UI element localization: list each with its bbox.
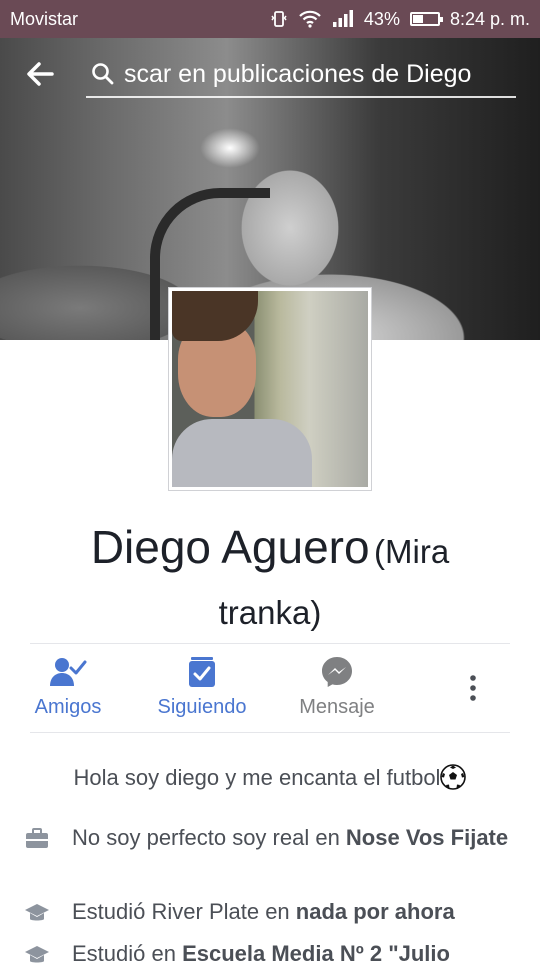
- profile-alt-name-line2: tranka): [218, 594, 322, 631]
- status-bar: Movistar 43% 8:24 p. m.: [0, 0, 540, 38]
- detail-education-2: Estudió en Escuela Media Nº 2 "Julio: [24, 940, 524, 968]
- briefcase-icon: [26, 828, 48, 848]
- cover-lamp: [200, 128, 260, 168]
- profile-name: Diego Aguero (Mira tranka): [40, 520, 500, 647]
- detail-education-1: Estudió River Plate en nada por ahora: [24, 898, 524, 926]
- detail-education-1-text: Estudió River Plate en nada por ahora: [72, 899, 455, 924]
- friends-check-icon: [50, 658, 87, 686]
- clock: 8:24 p. m.: [449, 8, 530, 29]
- message-button[interactable]: Mensaje: [292, 644, 382, 732]
- friends-button[interactable]: Amigos: [30, 644, 106, 732]
- detail-work: No soy perfecto soy real en Nose Vos Fij…: [24, 824, 524, 852]
- bio-text: Hola soy diego y me encanta el futbol: [73, 765, 441, 790]
- wifi-icon: [299, 10, 321, 28]
- battery-percent: 43%: [363, 8, 400, 29]
- back-arrow-icon: [27, 62, 54, 86]
- status-icons: 43% 8:24 p. m.: [270, 9, 530, 30]
- more-options-button[interactable]: [458, 644, 488, 732]
- following-button[interactable]: Siguiendo: [150, 644, 254, 732]
- soccer-ball-icon: [440, 764, 467, 790]
- detail-work-text: No soy perfecto soy real en Nose Vos Fij…: [72, 825, 509, 850]
- back-button[interactable]: [22, 56, 62, 92]
- search-icon: [92, 63, 114, 85]
- profile-alt-name-line1: (Mira: [374, 533, 450, 570]
- carrier-label: Movistar: [10, 8, 79, 29]
- friends-label: Amigos: [34, 696, 102, 718]
- profile-actions: Amigos Siguiendo Mensaje: [30, 643, 510, 733]
- signal-icon: [332, 10, 353, 27]
- graduation-cap-icon: [25, 904, 49, 921]
- battery-icon: [409, 12, 443, 26]
- search-text: scar en publicaciones de Diego: [124, 59, 472, 88]
- graduation-cap-icon: [25, 946, 49, 963]
- profile-picture[interactable]: [169, 288, 371, 490]
- search-input[interactable]: scar en publicaciones de Diego: [86, 52, 516, 98]
- message-label: Mensaje: [299, 696, 375, 718]
- battery-level-fill: [412, 15, 423, 23]
- following-label: Siguiendo: [157, 696, 247, 718]
- profile-bio: Hola soy diego y me encanta el futbol: [40, 764, 500, 791]
- vibrate-icon: [271, 11, 287, 27]
- following-check-icon: [189, 657, 215, 687]
- profile-name-main: Diego Aguero: [90, 521, 370, 573]
- detail-education-2-text: Estudió en Escuela Media Nº 2 "Julio: [72, 941, 450, 966]
- more-vertical-icon: [470, 675, 476, 701]
- profile-picture-shirt: [172, 419, 312, 487]
- messenger-icon: [322, 657, 352, 687]
